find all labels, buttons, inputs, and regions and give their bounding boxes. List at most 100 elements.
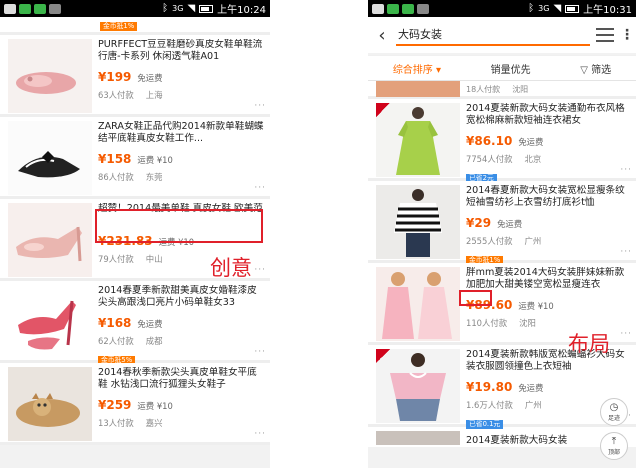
sold-count: 7754人付款 [466, 154, 513, 164]
status-time: 上午10:31 [583, 5, 632, 16]
chevron-left-icon[interactable]: ‹ [374, 25, 390, 46]
seller-location: 成都 [145, 336, 163, 346]
wechat-icon [19, 3, 31, 14]
more-options-icon[interactable]: ··· [254, 429, 266, 439]
right-phone-screen: ᛒ 3G ◥ 上午10:31 ‹ 大码女装 ⋮ 综合排序 ▾ 销量优先 ▽ 筛选 [368, 0, 636, 468]
more-options-icon[interactable]: ··· [620, 165, 632, 175]
chat-icon [34, 3, 46, 14]
product-price: ¥259 [98, 398, 132, 412]
gallery-icon [4, 3, 16, 14]
product-image [376, 81, 460, 97]
product-price: ¥158 [98, 152, 132, 166]
more-options-icon[interactable]: ··· [254, 183, 266, 193]
product-price: ¥199 [98, 70, 132, 84]
product-image [8, 121, 92, 195]
hot-ribbon [376, 349, 390, 363]
hot-ribbon [376, 103, 390, 117]
seller-location: 上海 [145, 90, 163, 100]
seller-location: 广州 [524, 400, 542, 410]
product-title[interactable]: ZARA女鞋正品代购2014新款单鞋蝴蝶结平底鞋真皮女鞋工作... [98, 121, 264, 145]
list-view-icon[interactable] [596, 27, 614, 43]
seller-location: 沈阳 [512, 85, 529, 94]
app-icon [417, 3, 429, 14]
more-options-icon[interactable]: ··· [620, 329, 632, 339]
promo-badge: 金币抵1% [100, 21, 138, 31]
back-to-top-button[interactable]: ⤒ 顶部 [600, 432, 628, 460]
highlight-box-keyword [459, 290, 492, 306]
more-options-icon[interactable]: ··· [620, 247, 632, 257]
product-title[interactable]: 2014夏装新款大码女装 [466, 427, 567, 447]
seller-location: 嘉兴 [145, 418, 163, 428]
product-title[interactable]: 2014夏装新款大码女装通勤布衣风格宽松棉麻新款短袖连衣裙女 [466, 103, 630, 127]
list-item-partial[interactable]: 金币抵1% [0, 17, 270, 35]
seller-location: 中山 [145, 254, 163, 264]
product-title[interactable]: 胖mm夏装2014大码女装胖妹妹新款加肥加大甜美镂空宽松显瘦连衣 [466, 267, 630, 291]
product-image [376, 103, 460, 177]
filter-button[interactable]: ▽ 筛选 [580, 61, 611, 76]
search-header: ‹ 大码女装 ⋮ [368, 17, 636, 53]
product-title[interactable]: 2014春夏季新款甜美真皮女婚鞋漆皮尖头高跟浅口亮片小码单鞋女33 [98, 285, 264, 309]
search-input[interactable]: 大码女装 [396, 24, 590, 46]
list-item-partial[interactable]: 2014夏装新款大码女装 [368, 427, 636, 447]
product-list[interactable]: 18人付款 沈阳 2014夏装新款大码女装通勤布衣风格宽松棉麻新款短袖连衣裙女 ¥… [368, 81, 636, 447]
seller-location: 沈阳 [519, 318, 536, 328]
promo-badge: 已省0.1元 [466, 420, 504, 429]
product-image [376, 185, 460, 259]
sold-count: 1.6万人付款 [466, 400, 513, 410]
gallery-icon [372, 3, 384, 14]
sold-count: 62人付款 [98, 336, 134, 346]
arrow-up-icon: ⤒ [611, 435, 617, 447]
shipping-fee: 运费 ¥10 [137, 401, 173, 411]
product-price: ¥19.80 [466, 380, 513, 394]
battery-icon [565, 4, 580, 13]
wifi-icon: ◥ [187, 3, 196, 14]
list-item[interactable]: 2014春夏新款大码女装宽松显瘦条纹短袖雪纺衫上衣雪纺打底衫t恤 ¥29 免运费 … [368, 181, 636, 265]
shipping-fee: 免运费 [518, 137, 544, 147]
list-item-partial[interactable]: 18人付款 沈阳 [368, 81, 636, 99]
sort-option-comprehensive[interactable]: 综合排序 ▾ [393, 61, 441, 76]
caret-down-icon: ▾ [436, 64, 442, 76]
network-indicator: 3G [172, 4, 184, 13]
status-time: 上午10:24 [217, 5, 266, 16]
app-icon [49, 3, 61, 14]
more-options-icon[interactable]: ··· [254, 265, 266, 275]
annotation-layout: 布局 [568, 332, 610, 356]
sold-count: 13人付款 [98, 418, 134, 428]
product-price: ¥86.10 [466, 134, 513, 148]
list-item[interactable]: 2014春秋季新款尖头真皮单鞋女平底鞋 水钻浅口流行狐狸头女鞋子 ¥259 运费 … [0, 363, 270, 445]
seller-location: 东莞 [145, 172, 163, 182]
sold-count: 86人付款 [98, 172, 134, 182]
product-image [376, 349, 460, 423]
list-item[interactable]: 2014春夏季新款甜美真皮女婚鞋漆皮尖头高跟浅口亮片小码单鞋女33 ¥168 免运… [0, 281, 270, 365]
product-image [8, 39, 92, 113]
battery-icon [199, 4, 214, 13]
wechat-icon [387, 3, 399, 14]
bluetooth-icon: ᛒ [162, 3, 169, 14]
product-image [8, 203, 92, 277]
list-item[interactable]: ZARA女鞋正品代购2014新款单鞋蝴蝶结平底鞋真皮女鞋工作... ¥158 运费… [0, 117, 270, 199]
shipping-fee: 免运费 [518, 383, 544, 393]
shipping-fee: 免运费 [137, 319, 163, 329]
product-price: ¥168 [98, 316, 132, 330]
sort-option-sales[interactable]: 销量优先 [491, 61, 531, 76]
shipping-fee: 免运费 [497, 219, 523, 229]
product-title[interactable]: 2014春秋季新款尖头真皮单鞋女平底鞋 水钻浅口流行狐狸头女鞋子 [98, 367, 264, 391]
product-title[interactable]: PURFFECT豆豆鞋磨砂真皮女鞋单鞋流行唐-卡系列 休闲透气鞋A01 [98, 39, 264, 63]
screenshot-canvas: ᛒ 3G ◥ 上午10:24 金币抵1% PURFFECT豆豆鞋磨砂真皮女鞋单鞋… [0, 0, 638, 475]
product-image [376, 267, 460, 341]
product-image [8, 285, 92, 359]
more-vertical-icon[interactable]: ⋮ [620, 27, 634, 43]
seller-location: 广州 [524, 236, 542, 246]
more-options-icon[interactable]: ··· [254, 101, 266, 111]
sold-count: 110人付款 [466, 318, 508, 328]
shipping-fee: 运费 ¥10 [137, 155, 173, 165]
product-title[interactable]: 2014春夏新款大码女装宽松显瘦条纹短袖雪纺衫上衣雪纺打底衫t恤 [466, 185, 630, 209]
network-indicator: 3G [538, 4, 550, 13]
sold-count: 18人付款 [466, 85, 501, 94]
list-item[interactable]: 2014夏装新款大码女装通勤布衣风格宽松棉麻新款短袖连衣裙女 ¥86.10 免运费… [368, 99, 636, 183]
list-item[interactable]: PURFFECT豆豆鞋磨砂真皮女鞋单鞋流行唐-卡系列 休闲透气鞋A01 ¥199… [0, 35, 270, 117]
chat-icon [402, 3, 414, 14]
more-options-icon[interactable]: ··· [254, 347, 266, 357]
footprint-button[interactable]: ◷ 足迹 [600, 398, 628, 426]
bluetooth-icon: ᛒ [528, 3, 535, 14]
